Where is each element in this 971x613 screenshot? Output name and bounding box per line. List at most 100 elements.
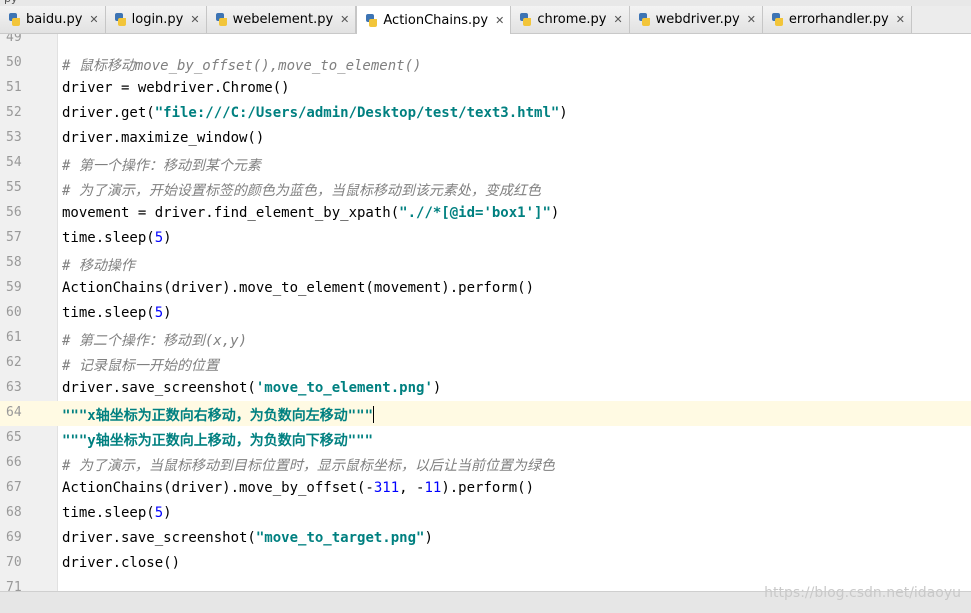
code-text: driver.get("file:///C:/Users/admin/Deskt… <box>62 105 568 121</box>
code-comment: # 为了演示，开始设置标签的颜色为蓝色，当鼠标移动到该元素处，变成红色 <box>62 183 541 199</box>
code-token: ) <box>163 305 172 321</box>
code-text: """y轴坐标为正数向上移动，为负数向下移动""" <box>62 430 373 450</box>
tab-login[interactable]: login.py ✕ <box>105 6 207 33</box>
close-icon[interactable]: ✕ <box>190 13 199 26</box>
code-string: "file:///C:/Users/admin/Desktop/test/tex… <box>154 105 560 121</box>
watermark-text: https://blog.csdn.net/idaoyu <box>764 585 961 601</box>
code-line[interactable]: 60 time.sleep(5) <box>0 301 971 326</box>
code-token: ) <box>550 205 560 221</box>
code-text: driver.save_screenshot('move_to_element.… <box>62 380 441 396</box>
code-line[interactable]: 64 """x轴坐标为正数向右移动，为负数向左移动""" <box>0 401 971 426</box>
close-icon[interactable]: ✕ <box>89 13 98 26</box>
code-text: ActionChains(driver).move_by_offset(-311… <box>62 480 534 496</box>
code-text: movement = driver.find_element_by_xpath(… <box>62 205 559 221</box>
code-line[interactable]: 67 ActionChains(driver).move_by_offset(-3… <box>0 476 971 501</box>
code-line[interactable]: 58 # 移动操作 <box>0 251 971 276</box>
code-token: ) <box>559 105 568 121</box>
code-line[interactable]: 61 # 第二个操作：移动到(x,y) <box>0 326 971 351</box>
python-file-icon <box>114 13 127 26</box>
tab-webelement[interactable]: webelement.py ✕ <box>206 6 357 33</box>
close-icon[interactable]: ✕ <box>495 14 504 27</box>
line-number: 69 <box>6 530 22 545</box>
line-number: 70 <box>6 555 22 570</box>
line-number: 53 <box>6 130 22 145</box>
code-token: driver.save_screenshot( <box>62 530 256 546</box>
code-text: driver.close() <box>62 555 180 571</box>
code-token: time.sleep( <box>62 230 155 246</box>
code-line[interactable]: 52 driver.get("file:///C:/Users/admin/Des… <box>0 101 971 126</box>
code-text: driver.maximize_window() <box>62 130 264 146</box>
code-number: 5 <box>154 305 164 321</box>
code-line[interactable]: 50 # 鼠标移动move_by_offset(),move_to_element… <box>0 51 971 76</box>
python-file-icon <box>365 13 378 27</box>
tab-label: errorhandler.py <box>788 12 889 27</box>
line-number: 57 <box>6 230 22 245</box>
tab-chrome[interactable]: chrome.py ✕ <box>511 6 630 33</box>
code-line[interactable]: 69 driver.save_screenshot("move_to_target… <box>0 526 971 551</box>
close-icon[interactable]: ✕ <box>340 13 349 26</box>
tab-baidu[interactable]: baidu.py ✕ <box>0 6 106 33</box>
code-line[interactable]: 66 # 为了演示，当鼠标移动到目标位置时，显示鼠标坐标，以后让当前位置为绿色 <box>0 451 971 476</box>
code-comment: # 第一个操作：移动到某个元素 <box>62 158 261 174</box>
code-line[interactable]: 65 """y轴坐标为正数向上移动，为负数向下移动""" <box>0 426 971 451</box>
code-string: """y轴坐标为正数向上移动，为负数向下移动""" <box>62 433 373 449</box>
python-file-icon <box>8 13 21 26</box>
code-comment: # 鼠标移动move_by_offset(),move_to_element() <box>62 58 422 74</box>
line-number: 56 <box>6 205 22 220</box>
code-line[interactable]: 63 driver.save_screenshot('move_to_elemen… <box>0 376 971 401</box>
tab-label: baidu.py <box>26 12 83 27</box>
line-number: 49 <box>6 34 22 45</box>
close-icon[interactable]: ✕ <box>896 13 905 26</box>
code-token: ActionChains(driver).move_by_offset(- <box>62 480 374 496</box>
code-line[interactable]: 59 ActionChains(driver).move_to_element(m… <box>0 276 971 301</box>
editor-tab-bar: baidu.py ✕ login.py ✕ webelement.py ✕ ActionCh… <box>0 6 971 34</box>
code-text: # 移动操作 <box>62 255 135 275</box>
line-number: 63 <box>6 380 22 395</box>
code-token: movement = driver.find_element_by_xpath( <box>62 205 400 221</box>
code-line[interactable]: 53 driver.maximize_window() <box>0 126 971 151</box>
code-line[interactable]: 57 time.sleep(5) <box>0 226 971 251</box>
line-number: 65 <box>6 430 22 445</box>
line-number: 60 <box>6 305 22 320</box>
code-line[interactable]: 54 # 第一个操作：移动到某个元素 <box>0 151 971 176</box>
line-number: 55 <box>6 180 22 195</box>
line-number: 54 <box>6 155 22 170</box>
code-token: ActionChains(driver).move_to_element(mov… <box>62 280 535 296</box>
code-token: ).perform() <box>441 480 535 496</box>
tab-actionchains[interactable]: ActionChains.py ✕ <box>356 6 512 34</box>
tab-webdriver[interactable]: webdriver.py ✕ <box>629 6 763 33</box>
line-number: 50 <box>6 55 22 70</box>
code-token: ) <box>432 380 442 396</box>
code-line[interactable]: 56 movement = driver.find_element_by_xpat… <box>0 201 971 226</box>
tab-label: webelement.py <box>232 12 334 27</box>
code-text: time.sleep(5) <box>62 505 172 521</box>
top-strip-text: py <box>4 0 18 5</box>
code-line[interactable]: 68 time.sleep(5) <box>0 501 971 526</box>
code-text: # 为了演示，当鼠标移动到目标位置时，显示鼠标坐标，以后让当前位置为绿色 <box>62 455 555 475</box>
code-line[interactable]: 62 # 记录鼠标一开始的位置 <box>0 351 971 376</box>
code-string: ".//*[@id='box1']" <box>399 205 551 221</box>
code-text: """x轴坐标为正数向右移动，为负数向左移动""" <box>62 405 374 425</box>
code-string: "move_to_target.png" <box>255 530 425 546</box>
code-text: ActionChains(driver).move_to_element(mov… <box>62 280 534 296</box>
tab-label: login.py <box>131 12 184 27</box>
line-number: 67 <box>6 480 22 495</box>
code-line[interactable]: 51 driver = webdriver.Chrome() <box>0 76 971 101</box>
code-line[interactable]: 49 <box>0 34 971 51</box>
code-line[interactable]: 55 # 为了演示，开始设置标签的颜色为蓝色，当鼠标移动到该元素处，变成红色 <box>0 176 971 201</box>
python-file-icon <box>638 13 651 26</box>
code-comment: # 移动操作 <box>62 258 135 274</box>
tab-label: ActionChains.py <box>383 12 489 28</box>
close-icon[interactable]: ✕ <box>613 13 622 26</box>
code-text: time.sleep(5) <box>62 305 172 321</box>
code-token: ) <box>424 530 433 546</box>
line-number: 68 <box>6 505 22 520</box>
code-line[interactable]: 70 driver.close() <box>0 551 971 576</box>
code-number: 311 <box>373 480 400 496</box>
code-editor[interactable]: 49 50 # 鼠标移动move_by_offset(),move_to_eleme… <box>0 34 971 591</box>
code-token: , - <box>399 480 425 496</box>
python-file-icon <box>771 13 784 26</box>
python-file-icon <box>215 13 228 26</box>
tab-errorhandler[interactable]: errorhandler.py ✕ <box>762 6 912 33</box>
close-icon[interactable]: ✕ <box>747 13 756 26</box>
